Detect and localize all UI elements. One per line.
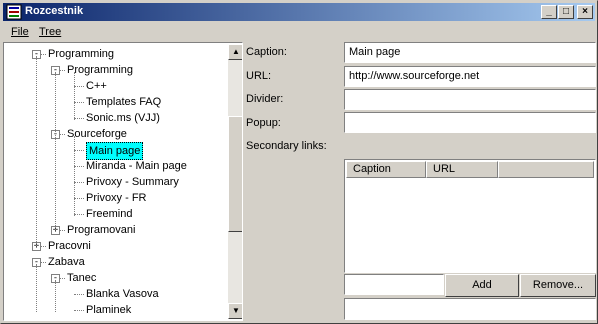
tree-item[interactable]: Blanka Vasova — [5, 286, 227, 302]
menu-tree[interactable]: Tree — [39, 26, 61, 38]
tree-guide-line — [36, 56, 37, 248]
tree-item[interactable]: Plaminek — [5, 302, 227, 318]
maximize-icon: □ — [562, 6, 570, 17]
tree-item[interactable]: Freemind — [5, 206, 227, 222]
window-title: Rozcestnik — [25, 5, 84, 17]
tree-item[interactable]: - Tanec — [5, 270, 227, 286]
tree-scrollbar[interactable]: ▲ ▼ — [228, 44, 242, 319]
tree-item[interactable]: - Zabava — [5, 254, 227, 270]
tree-item-label: Zabava — [48, 256, 85, 268]
tree-item-label: Pracovni — [48, 240, 91, 252]
caption-field[interactable]: Main page — [344, 42, 596, 63]
tree-item-label: Privoxy - FR — [86, 192, 147, 204]
url-label: URL: — [246, 70, 272, 82]
tree-guide-line — [55, 280, 56, 312]
tree-connector — [74, 102, 84, 103]
tree-connector — [74, 86, 84, 87]
tree-connector — [74, 118, 84, 119]
tree-item[interactable]: - Programming — [5, 62, 227, 78]
tree-item-label: Programming — [67, 64, 134, 76]
tree-connector — [74, 294, 84, 295]
tree-item-label: Privoxy - Summary — [86, 176, 179, 188]
scroll-up-button[interactable]: ▲ — [228, 44, 242, 60]
tree-item-label: Sourceforge — [67, 128, 127, 140]
tree-item-label: Miranda - Main page — [86, 160, 187, 172]
secondary-links-label: Secondary links: — [246, 140, 327, 152]
bottom-field[interactable] — [344, 298, 596, 320]
tree-item-label: Tanec — [67, 272, 97, 284]
app-icon — [6, 4, 22, 20]
close-icon: × — [582, 6, 588, 17]
divider-label: Divider: — [246, 93, 284, 105]
tree-item[interactable]: Main page — [5, 142, 227, 160]
divider-field[interactable] — [344, 89, 596, 110]
tree-item[interactable]: Sonic.ms (VJJ) — [5, 110, 227, 126]
tree-view[interactable]: - Programming - Programming C++ Templates FAQ… — [5, 44, 227, 319]
tree-item-label: Plaminek — [86, 304, 132, 316]
title-bar[interactable]: Rozcestnik _ □ × — [3, 3, 595, 21]
tree-connector — [74, 214, 84, 215]
menu-file-label: File — [11, 26, 29, 38]
tree-item-label: Programovani — [67, 224, 136, 236]
secondary-links-list[interactable]: Caption URL — [344, 159, 596, 273]
tree-item[interactable]: - Sourceforge — [5, 126, 227, 142]
tree-item[interactable]: Privoxy - Summary — [5, 174, 227, 190]
column-header-filler — [498, 161, 594, 178]
tree-guide-line — [55, 72, 56, 232]
menu-file[interactable]: File — [11, 26, 29, 38]
tree-connector — [74, 150, 84, 151]
tree-guide-line — [74, 136, 75, 216]
tree-item[interactable]: - Programming — [5, 46, 227, 62]
tree-item[interactable]: + Programovani — [5, 222, 227, 238]
tree-item-label: Programming — [48, 48, 115, 60]
minimize-button[interactable]: _ — [541, 5, 557, 19]
add-button[interactable]: Add — [445, 274, 519, 297]
popup-label: Popup: — [246, 117, 281, 129]
tree-item-label: Templates FAQ — [86, 96, 162, 108]
tree-connector — [74, 166, 84, 167]
caption-label: Caption: — [246, 46, 287, 58]
tree-panel[interactable]: - Programming - Programming C++ Templates FAQ… — [3, 42, 243, 321]
remove-button[interactable]: Remove... — [520, 274, 596, 297]
arrow-up-icon: ▲ — [232, 47, 240, 56]
column-header-caption[interactable]: Caption — [346, 161, 426, 178]
close-button[interactable]: × — [577, 5, 593, 19]
menu-tree-label: Tree — [39, 26, 62, 38]
tree-guide-line — [74, 72, 75, 120]
scroll-down-button[interactable]: ▼ — [228, 303, 242, 319]
new-link-field[interactable] — [344, 274, 444, 295]
url-field[interactable]: http://www.sourceforge.net — [344, 66, 596, 87]
tree-item-label: Blanka Vasova — [86, 288, 159, 300]
popup-field[interactable] — [344, 112, 596, 133]
tree-connector — [74, 198, 84, 199]
maximize-button[interactable]: □ — [558, 5, 574, 19]
tree-connector — [74, 182, 84, 183]
tree-guide-line — [36, 264, 37, 312]
tree-connector — [74, 310, 84, 311]
tree-item[interactable]: Miranda - Main page — [5, 158, 227, 174]
tree-item[interactable]: + Pracovni — [5, 238, 227, 254]
minimize-icon: _ — [546, 6, 552, 17]
tree-item[interactable]: C++ — [5, 78, 227, 94]
arrow-down-icon: ▼ — [232, 306, 240, 315]
column-header-url[interactable]: URL — [426, 161, 498, 178]
tree-item[interactable]: Templates FAQ — [5, 94, 227, 110]
scroll-thumb[interactable] — [228, 116, 242, 232]
tree-item-label: Sonic.ms (VJJ) — [86, 112, 160, 124]
tree-item-label: Freemind — [86, 208, 133, 220]
tree-item[interactable]: Privoxy - FR — [5, 190, 227, 206]
menu-bar: File Tree — [3, 23, 595, 41]
main-window: Rozcestnik _ □ × File Tree - Programming -… — [0, 0, 598, 324]
tree-item-label: C++ — [86, 80, 107, 92]
